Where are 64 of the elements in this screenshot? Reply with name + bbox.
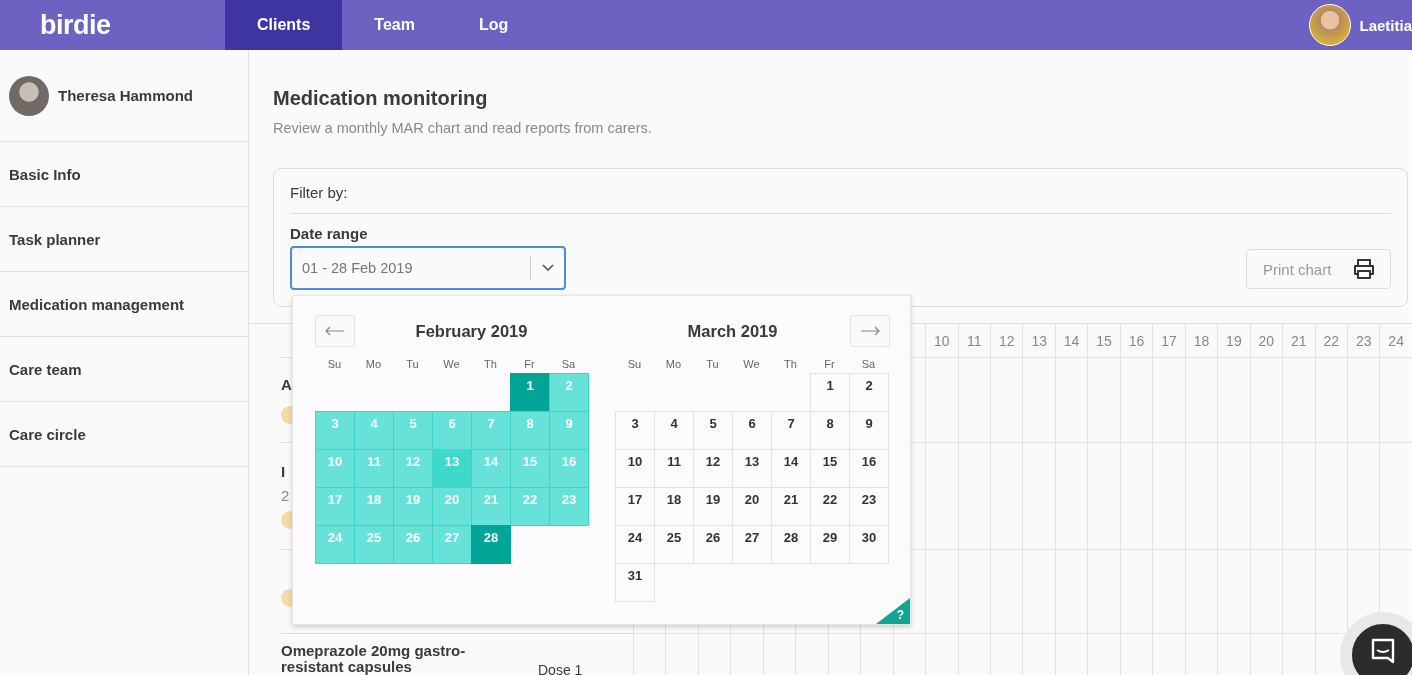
avatar[interactable]	[1309, 4, 1352, 46]
sidebar-item[interactable]: Basic Info	[0, 142, 248, 207]
day-column-header: 10	[925, 324, 958, 358]
chevron-down-icon	[542, 264, 554, 272]
weekday-label: We	[742, 357, 761, 372]
logo[interactable]: birdie	[0, 9, 225, 41]
calendar-day[interactable]: 30	[849, 525, 889, 564]
day-column-header: 16	[1119, 324, 1153, 358]
day-column-header: 14	[1054, 324, 1088, 358]
weekday-label: Fr	[523, 357, 536, 372]
right-arrow-icon	[860, 326, 880, 336]
weekday-label: Tu	[405, 357, 420, 372]
medication-name: Omeprazole 20mg gastro-resistant capsules	[281, 643, 467, 675]
filter-heading: Filter by:	[290, 183, 349, 203]
client-name: Theresa Hammond	[58, 87, 194, 104]
day-column-header: 23	[1346, 324, 1380, 358]
left-arrow-icon	[325, 326, 345, 336]
day-column-header: 21	[1282, 324, 1315, 358]
page-subtitle: Review a monthly MAR chart and read reports from carers.	[273, 119, 653, 138]
day-column-header: 18	[1184, 324, 1218, 358]
calendar-day[interactable]: 3	[615, 411, 655, 450]
calendar-day[interactable]: 31	[615, 563, 655, 602]
day-column-header: 20	[1249, 324, 1283, 358]
medication-detail: 2	[281, 487, 290, 505]
dose-label: Dose 1	[537, 661, 584, 675]
month-title: March 2019	[686, 321, 779, 341]
nav-tab[interactable]: Log	[446, 0, 541, 50]
day-column-header: 17	[1152, 324, 1185, 358]
medication-name: A	[281, 376, 292, 394]
nav-tab[interactable]: Clients	[225, 0, 343, 50]
calendar-day[interactable]: 2	[849, 373, 889, 412]
sidebar-item[interactable]: Care circle	[0, 402, 248, 467]
day-column-header: 13	[1022, 324, 1055, 358]
weekday-label: Tu	[705, 357, 720, 372]
day-column-header: 19	[1217, 324, 1250, 358]
sidebar-item[interactable]: Care team	[0, 337, 248, 402]
weekday-label: We	[442, 357, 461, 372]
chat-bubble-icon	[1369, 636, 1397, 664]
field-label: Date range	[290, 224, 369, 244]
sidebar-item[interactable]: Task planner	[0, 207, 248, 272]
sidebar-item[interactable]: Medication management	[0, 272, 248, 337]
avatar	[9, 75, 49, 116]
month-title: February 2019	[414, 321, 529, 341]
day-column-header: 15	[1087, 324, 1120, 358]
page-title: Medication monitoring	[273, 86, 489, 110]
day-column-header: 12	[990, 324, 1023, 358]
day-column-header: 11	[957, 324, 990, 358]
weekday-label: Mo	[664, 357, 683, 372]
weekday-label: Sa	[860, 357, 877, 372]
weekday-label: Th	[783, 357, 798, 372]
nav-tab[interactable]: Team	[342, 0, 447, 50]
day-column-header: 24	[1379, 324, 1412, 358]
day-column-header: 22	[1314, 324, 1347, 358]
weekday-label: Th	[483, 357, 498, 372]
medication-name: I	[281, 463, 286, 481]
weekday-label: Su	[626, 357, 643, 372]
date-range-dropdown[interactable]: 01 - 28 Feb 2019	[290, 246, 566, 290]
weekday-label: Su	[326, 357, 343, 372]
weekday-label: Sa	[560, 357, 577, 372]
user-name[interactable]: Laetitia	[1359, 16, 1412, 34]
weekday-label: Fr	[823, 357, 836, 372]
weekday-label: Mo	[364, 357, 383, 372]
calendar-day[interactable]: 1	[810, 373, 850, 412]
printer-icon	[1353, 259, 1375, 279]
